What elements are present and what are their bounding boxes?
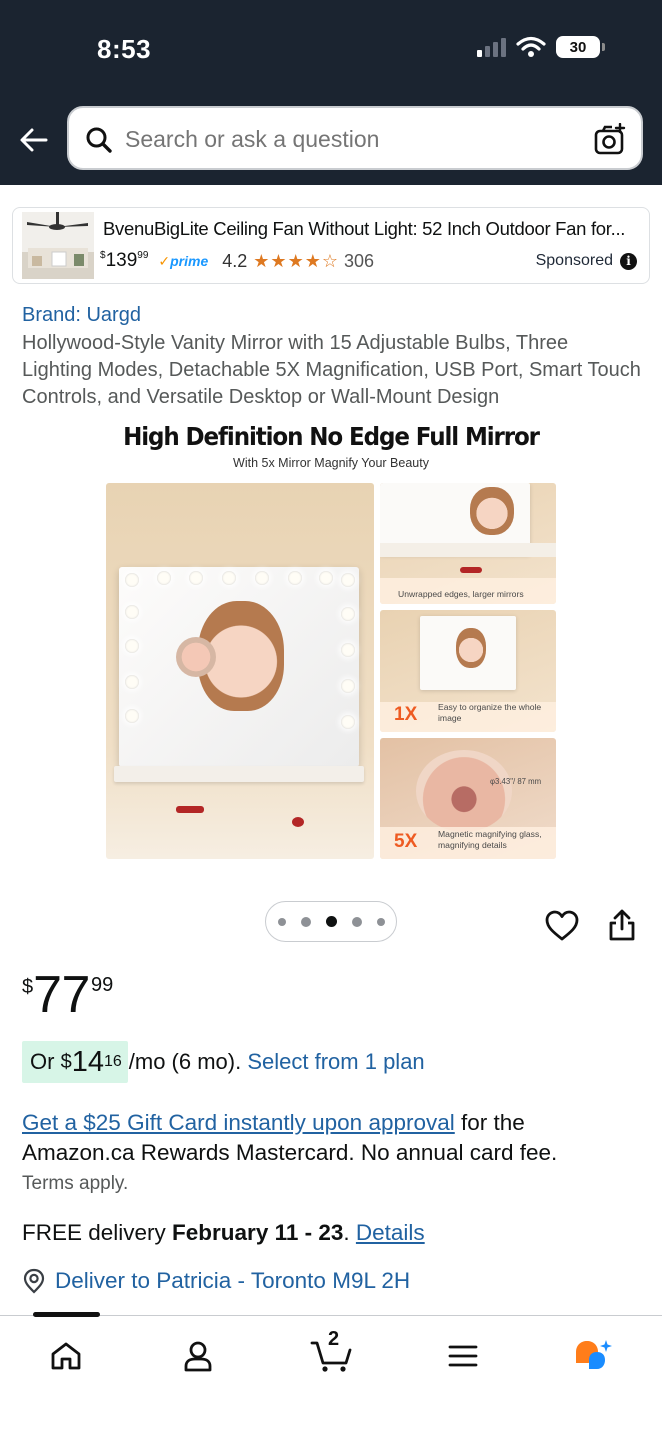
camera-search-icon[interactable] bbox=[593, 123, 627, 157]
5x-badge: 5X bbox=[394, 831, 418, 852]
back-arrow-icon[interactable] bbox=[18, 124, 50, 156]
sponsored-product-card[interactable]: BvenuBigLite Ceiling Fan Without Light: … bbox=[12, 207, 650, 284]
cart-count: 2 bbox=[328, 1328, 340, 1350]
monthly-payment-badge: Or $14 16 bbox=[22, 1041, 128, 1083]
sponsored-product-title[interactable]: BvenuBigLite Ceiling Fan Without Light: … bbox=[103, 218, 643, 240]
nav-account[interactable] bbox=[178, 1336, 218, 1376]
rufus-icon bbox=[576, 1340, 612, 1369]
sponsored-product-image bbox=[22, 212, 94, 279]
monthly-whole: 14 bbox=[71, 1045, 104, 1078]
monthly-fraction: 16 bbox=[103, 1053, 122, 1070]
review-count: 306 bbox=[343, 250, 375, 271]
dimension-label: φ3.43"/ 87 mm bbox=[490, 777, 542, 786]
nav-cart[interactable]: 2 bbox=[310, 1328, 354, 1376]
sponsored-price: $13999 bbox=[100, 250, 149, 271]
carousel-pagination[interactable] bbox=[265, 901, 397, 942]
search-input[interactable] bbox=[125, 126, 565, 153]
brand-link[interactable]: Brand: Uargd bbox=[22, 304, 141, 327]
delivery-info: FREE delivery February 11 - 23. Details bbox=[22, 1220, 425, 1246]
sponsored-meta: $13999 ✓prime 4.2 ★ ★ ★ ★ ☆ 306 bbox=[100, 250, 374, 272]
star-full-icon: ★ bbox=[287, 251, 304, 271]
location-pin-icon bbox=[23, 1268, 45, 1294]
deliver-to-text: Deliver to Patricia - Toronto M9L 2H bbox=[55, 1268, 411, 1293]
search-bar[interactable] bbox=[67, 106, 643, 170]
product-image-carousel[interactable]: High Definition No Edge Full Mirror With… bbox=[104, 420, 558, 865]
price-currency: $ bbox=[22, 976, 34, 998]
heart-icon[interactable] bbox=[545, 910, 579, 942]
carousel-dot[interactable] bbox=[300, 916, 311, 927]
search-icon bbox=[86, 127, 112, 153]
product-title: Hollywood-Style Vanity Mirror with 15 Ad… bbox=[22, 332, 641, 408]
monthly-payment-row: Or $14 16 /mo (6 mo). Select from 1 plan bbox=[22, 1041, 425, 1083]
image-subheading: With 5x Mirror Magnify Your Beauty bbox=[233, 456, 429, 470]
caption-1x: Easy to organize the whole image bbox=[438, 702, 542, 723]
info-icon[interactable]: i bbox=[620, 252, 637, 270]
monthly-suffix: /mo (6 mo). bbox=[128, 1049, 242, 1074]
carousel-dot[interactable] bbox=[277, 917, 286, 926]
select-plan-link[interactable]: Select from 1 plan bbox=[247, 1049, 424, 1075]
monthly-currency: $ bbox=[60, 1050, 72, 1073]
home-icon bbox=[51, 1342, 81, 1370]
wifi-icon bbox=[516, 36, 546, 57]
lips-magnified bbox=[416, 750, 512, 832]
image-heading: High Definition No Edge Full Mirror bbox=[123, 422, 540, 451]
menu-icon bbox=[448, 1345, 478, 1367]
gift-card-offer: Get a $25 Gift Card instantly upon appro… bbox=[22, 1108, 642, 1168]
carousel-dot[interactable] bbox=[376, 917, 385, 926]
price-fraction: 99 bbox=[90, 974, 114, 996]
lipstick-cap-decor bbox=[292, 817, 304, 827]
caption-edges: Unwrapped edges, larger mirrors bbox=[398, 589, 524, 599]
star-rating: ★ ★ ★ ★ ☆ bbox=[253, 252, 338, 270]
mirror-stand bbox=[114, 766, 364, 782]
sponsored-rating: 4.2 bbox=[222, 250, 248, 271]
nav-rufus[interactable] bbox=[573, 1336, 613, 1376]
active-tab-indicator bbox=[33, 1312, 100, 1317]
main-mirror-photo bbox=[106, 483, 374, 859]
nav-home[interactable] bbox=[46, 1336, 86, 1376]
delivery-prefix: FREE delivery bbox=[22, 1220, 173, 1245]
lipstick-decor bbox=[176, 806, 204, 813]
sponsored-label[interactable]: Sponsored i bbox=[536, 252, 637, 270]
share-icon[interactable] bbox=[607, 908, 637, 942]
star-full-icon: ★ bbox=[253, 251, 270, 271]
carousel-dot[interactable] bbox=[351, 916, 362, 927]
edge-detail-photo: Unwrapped edges, larger mirrors bbox=[380, 483, 556, 604]
5x-view-photo: φ3.43"/ 87 mm 5X Magnetic magnifying gla… bbox=[380, 738, 556, 859]
top-header: 8:53 30 bbox=[0, 0, 662, 185]
magnifier-detail bbox=[176, 637, 216, 677]
delivery-dates: February 11 - 23 bbox=[172, 1220, 344, 1245]
1x-view-photo: 1X Easy to organize the whole image bbox=[380, 610, 556, 732]
caption-5x: Magnetic magnifying glass, magnifying de… bbox=[438, 829, 542, 850]
delivery-period: . bbox=[343, 1220, 356, 1245]
battery-icon: 30 bbox=[556, 36, 605, 58]
star-empty-icon: ☆ bbox=[321, 251, 338, 271]
star-full-icon: ★ bbox=[304, 251, 321, 271]
carousel-dot-active[interactable] bbox=[325, 916, 337, 927]
terms-apply: Terms apply. bbox=[22, 1173, 129, 1194]
account-icon bbox=[184, 1341, 212, 1372]
nav-menu[interactable] bbox=[443, 1336, 483, 1376]
sponsored-text: Sponsored bbox=[535, 252, 613, 269]
delivery-details-link[interactable]: Details bbox=[356, 1220, 425, 1245]
gift-card-link[interactable]: Get a $25 Gift Card instantly upon appro… bbox=[22, 1110, 455, 1135]
bottom-navigation: 2 bbox=[0, 1312, 662, 1440]
cellular-signal-icon bbox=[477, 37, 506, 57]
product-price: $ 77 99 bbox=[22, 966, 113, 1024]
status-time: 8:53 bbox=[97, 34, 152, 64]
price-whole: 77 bbox=[33, 966, 90, 1024]
1x-badge: 1X bbox=[394, 704, 418, 725]
status-icons: 30 bbox=[477, 36, 605, 58]
monthly-prefix: Or bbox=[30, 1049, 55, 1074]
star-full-icon: ★ bbox=[270, 251, 287, 271]
prime-badge: ✓prime bbox=[158, 252, 209, 269]
deliver-to-location[interactable]: Deliver to Patricia - Toronto M9L 2H bbox=[22, 1268, 410, 1294]
